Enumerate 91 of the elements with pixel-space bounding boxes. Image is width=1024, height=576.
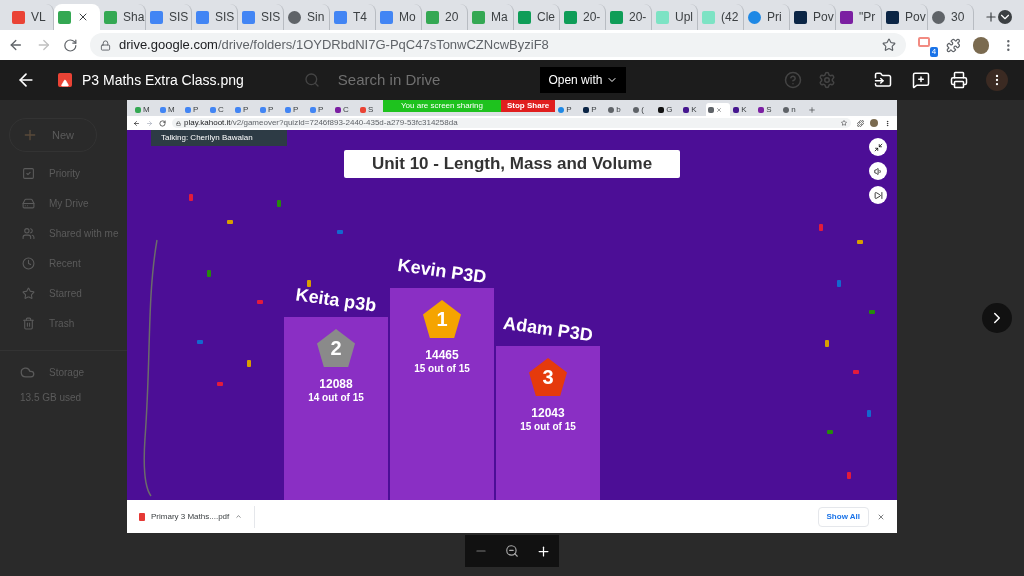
next-button[interactable] [982, 303, 1012, 333]
browser-tab[interactable]: K [681, 103, 706, 116]
skip-icon [873, 190, 883, 200]
browser-tab[interactable]: G [656, 103, 681, 116]
lock-icon [99, 39, 111, 51]
app-icon [758, 106, 765, 113]
app-icon [583, 106, 590, 113]
browser-tab[interactable]: P [283, 103, 307, 116]
browser-tab[interactable]: n [781, 103, 806, 116]
open-with-button[interactable]: Open with [540, 67, 627, 93]
skip-button[interactable] [869, 186, 887, 204]
score: 12088 [319, 377, 353, 392]
address-field[interactable]: play.kahoot.it/v2/gameover?quizId=7246f893-2440-435d-a279-53fc314258da [172, 118, 851, 128]
player-name: Adam P3D [501, 311, 595, 347]
browser-tab[interactable] [706, 103, 731, 116]
reload-icon[interactable] [159, 119, 166, 127]
star-icon[interactable] [841, 120, 847, 126]
score: 12043 [531, 406, 565, 421]
clock-icon [22, 256, 35, 270]
extension-icon[interactable] [857, 119, 864, 127]
app-icon [794, 10, 807, 24]
browser-tab[interactable]: M [158, 103, 182, 116]
correct-count: 15 out of 15 [414, 363, 470, 376]
caret-icon [235, 513, 243, 520]
search-icon [303, 72, 320, 88]
volume-button[interactable] [869, 162, 887, 180]
print-icon[interactable] [950, 71, 968, 89]
browser-tab[interactable]: C [333, 103, 357, 116]
correct-count: 14 out of 15 [308, 392, 364, 405]
browser-tab[interactable]: ( [631, 103, 656, 116]
app-icon [840, 10, 853, 24]
extension-icon[interactable] [946, 37, 961, 53]
drive-icon [22, 196, 35, 210]
reload-icon[interactable] [63, 37, 78, 53]
browser-tab[interactable]: P [183, 103, 207, 116]
more-options-button[interactable] [986, 69, 1008, 91]
app-icon [886, 10, 899, 24]
browser-tab[interactable]: b [606, 103, 631, 116]
lock-icon [176, 120, 181, 126]
stop-share-button[interactable]: Stop Share [501, 100, 556, 112]
plus-icon [22, 127, 38, 143]
zoom-reset-icon[interactable] [504, 544, 519, 558]
app-icon [658, 106, 665, 113]
checkbox-icon [22, 166, 35, 180]
trash-icon [22, 316, 35, 330]
score: 14465 [425, 348, 459, 363]
avatar-icon[interactable] [972, 36, 990, 54]
browser-tab[interactable]: C [208, 103, 232, 116]
player-name: Kevin P3D [395, 253, 489, 289]
browser-tab[interactable]: P [308, 103, 332, 116]
browser-tab[interactable]: P [258, 103, 282, 116]
file-name: P3 Maths Extra Class.png [82, 70, 244, 90]
people-icon [22, 226, 35, 240]
extension-badge: 4 [929, 47, 939, 57]
app-icon [733, 106, 740, 113]
move-to-folder-icon[interactable] [874, 71, 892, 89]
browser-tab[interactable]: M [133, 103, 157, 116]
add-comment-icon[interactable] [912, 71, 930, 89]
app-icon [683, 106, 690, 113]
show-all-button[interactable]: Show All [817, 506, 869, 527]
browser-tab[interactable]: K [731, 103, 756, 116]
new-tab-icon[interactable] [808, 106, 817, 114]
browser-tab[interactable]: P [581, 103, 606, 116]
cloud-icon [20, 365, 35, 380]
minimize-icon [873, 142, 883, 152]
browser-tab[interactable]: P [233, 103, 257, 116]
star-icon [22, 286, 35, 300]
screen-sharing-bar: You are screen sharing [383, 100, 501, 112]
help-icon [784, 71, 802, 89]
address-field[interactable]: drive.google.com/drive/folders/1OYDRbdNI7G-PqC47sTonwCZNcwByziF8 [89, 33, 907, 57]
exit-fullscreen-button[interactable] [869, 138, 887, 156]
image-file-icon [58, 73, 72, 87]
settings-icon [818, 71, 836, 89]
browser-tab[interactable]: S [358, 103, 382, 116]
correct-count: 15 out of 15 [520, 421, 576, 434]
browser-tab[interactable]: P [556, 103, 581, 116]
close-icon[interactable] [77, 11, 89, 23]
tab-search-icon[interactable] [998, 10, 1012, 24]
rank-badge: 3 [529, 358, 567, 396]
rank-badge: 1 [423, 300, 461, 338]
app-icon [335, 106, 341, 113]
player-name: Keita p3b [293, 282, 379, 318]
rank-badge: 2 [317, 329, 355, 367]
pdf-icon [139, 512, 145, 521]
talking-tooltip: Talking: Cherilyn Bawalan [151, 130, 287, 146]
browser-tab[interactable]: S [756, 103, 781, 116]
download-item[interactable]: Primary 3 Maths....pdf [139, 505, 256, 528]
avatar-icon[interactable] [870, 119, 878, 127]
zoom-in-icon[interactable] [535, 543, 551, 559]
star-icon[interactable] [882, 38, 897, 52]
quiz-title: Unit 10 - Length, Mass and Volume [344, 150, 680, 178]
